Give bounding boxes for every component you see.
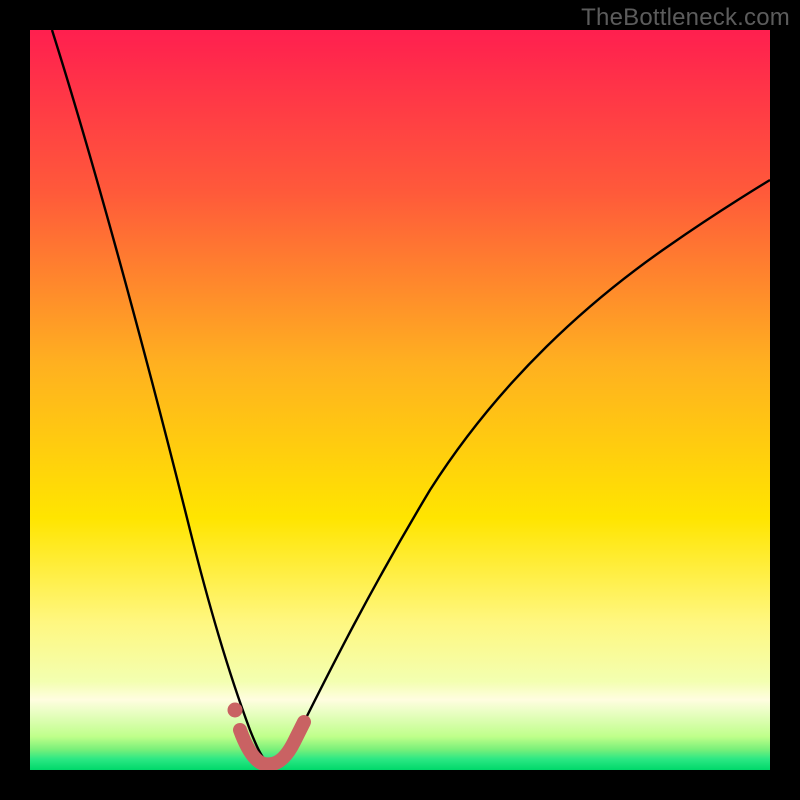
watermark-text: TheBottleneck.com	[581, 4, 790, 32]
bottleneck-curve	[52, 30, 770, 762]
chart-overlay	[30, 30, 770, 770]
highlight-dot	[228, 703, 243, 718]
chart-plot-area	[30, 30, 770, 770]
